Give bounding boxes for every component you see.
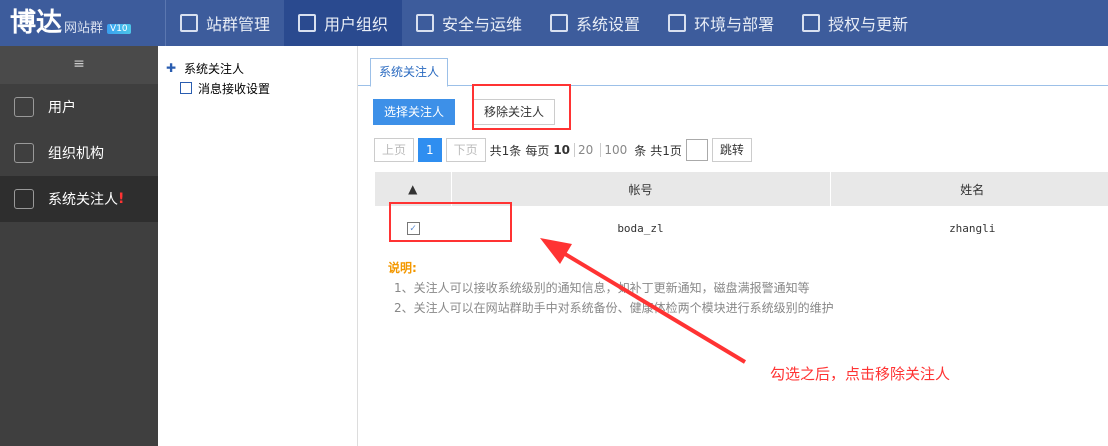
annotation-text: 勾选之后，点击移除关注人 <box>770 365 951 383</box>
